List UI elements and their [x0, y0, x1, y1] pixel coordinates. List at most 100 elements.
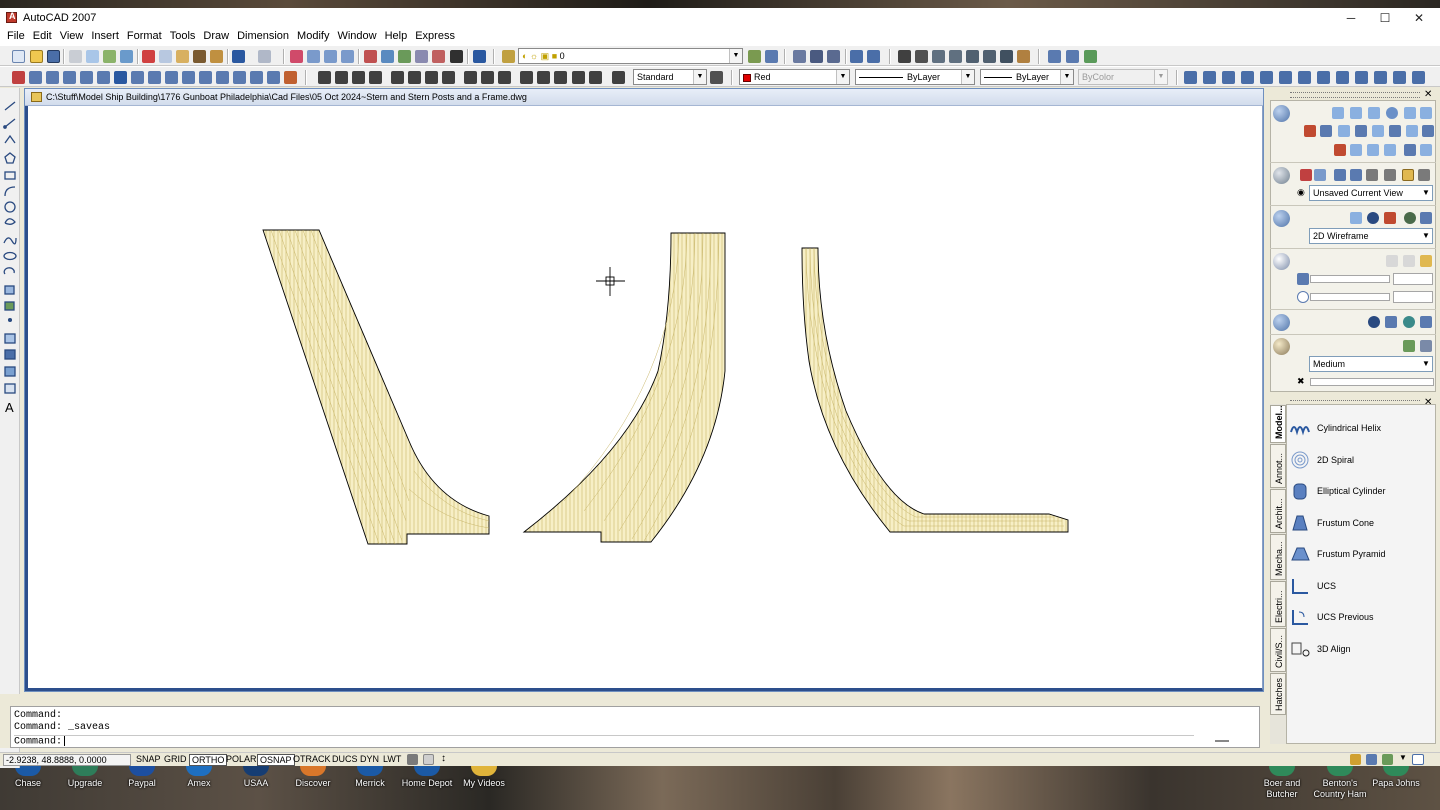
sweep-icon[interactable]: [1338, 125, 1350, 137]
material-detach-icon[interactable]: [1420, 316, 1432, 328]
section-plane-icon[interactable]: [1367, 144, 1379, 156]
stern-post-shape[interactable]: [262, 229, 490, 545]
render-slider[interactable]: [1310, 378, 1434, 386]
desktop-icon-discover[interactable]: Discover: [283, 766, 343, 789]
scale-text-icon[interactable]: [983, 50, 996, 63]
desktop-icon-bentons[interactable]: Benton's Country Ham: [1310, 766, 1370, 800]
dimension-text-edit-icon[interactable]: [589, 71, 602, 84]
tab-mechanical[interactable]: Mecha...: [1270, 534, 1286, 580]
menu-tools[interactable]: Tools: [166, 30, 200, 42]
layer-dropdown[interactable]: ◐ ☼ ▣ ■ 0 ▼: [518, 48, 743, 64]
grid-toggle[interactable]: GRID: [162, 754, 189, 766]
hidden-icon[interactable]: [1367, 212, 1379, 224]
realistic-icon[interactable]: [1384, 212, 1396, 224]
walk-icon[interactable]: [1366, 169, 1378, 181]
radius-dimension-icon[interactable]: [391, 71, 404, 84]
desktop-icon-upgrade[interactable]: Upgrade: [55, 766, 115, 789]
sun-time-slider[interactable]: [1310, 293, 1390, 301]
render-quality-dropdown[interactable]: Medium ▼: [1309, 356, 1433, 372]
tool-ucs[interactable]: UCS: [1290, 575, 1430, 597]
perspective-icon[interactable]: [1402, 169, 1414, 181]
box-icon[interactable]: [1332, 107, 1344, 119]
sun-status-icon[interactable]: [1403, 255, 1415, 267]
angular-dimension-icon[interactable]: [442, 71, 455, 84]
tool-ucs-previous[interactable]: UCS Previous: [1290, 606, 1430, 628]
model-space-canvas[interactable]: [25, 106, 1263, 691]
ucs-object-icon[interactable]: [1279, 71, 1292, 84]
command-input[interactable]: Command:: [14, 735, 1194, 748]
orbit-nav-icon[interactable]: [1334, 169, 1346, 181]
layer-manager-icon[interactable]: [502, 50, 515, 63]
pan-icon[interactable]: [1300, 169, 1312, 181]
aligned-dimension-icon[interactable]: [335, 71, 348, 84]
osnap-toggle[interactable]: OSNAP: [257, 754, 295, 766]
menu-modify[interactable]: Modify: [293, 30, 333, 42]
tolerance-icon[interactable]: [537, 71, 550, 84]
ucs-3point-icon[interactable]: [1260, 71, 1273, 84]
swivel-icon[interactable]: [1350, 169, 1362, 181]
menu-dimension[interactable]: Dimension: [233, 30, 293, 42]
menu-format[interactable]: Format: [123, 30, 166, 42]
slice-icon[interactable]: [1334, 144, 1346, 156]
cylinder-icon[interactable]: [1404, 107, 1416, 119]
copy-icon[interactable]: [159, 50, 172, 63]
tool-cylindrical-helix[interactable]: Cylindrical Helix: [1290, 417, 1430, 439]
desktop-icon-amex[interactable]: Amex: [169, 766, 229, 789]
intersect-icon[interactable]: [1422, 125, 1434, 137]
command-window-resize-icon[interactable]: [1215, 740, 1229, 742]
lwt-toggle[interactable]: LWT: [381, 754, 403, 766]
menu-help[interactable]: Help: [381, 30, 412, 42]
trim-icon[interactable]: [165, 71, 178, 84]
ucs-x-icon[interactable]: [1336, 71, 1349, 84]
dyn-toggle[interactable]: DYN: [358, 754, 381, 766]
3d-polyline-icon[interactable]: [1404, 144, 1416, 156]
zoom-window-icon[interactable]: [324, 50, 337, 63]
layout-icon[interactable]: [423, 754, 434, 765]
title-bar[interactable]: AutoCAD 2007 ─ ☐ ✕: [0, 8, 1440, 27]
maximize-button[interactable]: ☐: [1368, 8, 1402, 27]
extrude-icon[interactable]: [1304, 125, 1316, 137]
desktop-icon-my-videos[interactable]: My Videos: [454, 766, 514, 789]
quick-dimension-icon[interactable]: [464, 71, 477, 84]
desktop-icon-home-depot[interactable]: Home Depot: [397, 766, 457, 789]
desktop-icon-boer-and-butcher[interactable]: Boer and Butcher: [1252, 766, 1312, 800]
3d-navigate-panel-icon[interactable]: [1273, 167, 1290, 184]
ortho-toggle[interactable]: ORTHO: [189, 754, 228, 766]
material-attach-icon[interactable]: [1403, 316, 1415, 328]
render-settings-icon[interactable]: [1420, 340, 1432, 352]
sun-time-field[interactable]: [1393, 291, 1433, 303]
parallel-icon[interactable]: [1418, 169, 1430, 181]
arc-length-icon[interactable]: [352, 71, 365, 84]
thicken-icon[interactable]: [1350, 144, 1362, 156]
ucs-z-icon[interactable]: [1374, 71, 1387, 84]
lock-toolbar-icon[interactable]: [1366, 754, 1377, 765]
dimension-style-dropdown[interactable]: Standard ▼: [633, 69, 707, 85]
ucs-y-icon[interactable]: [1355, 71, 1368, 84]
text-style-icon[interactable]: [966, 50, 979, 63]
free-orbit-icon[interactable]: [1066, 50, 1079, 63]
tool-2d-spiral[interactable]: 2D Spiral: [1290, 449, 1430, 471]
tool-frustum-cone[interactable]: Frustum Cone: [1290, 512, 1430, 534]
linetype-dropdown[interactable]: ByLayer ▼: [855, 69, 975, 85]
convert-space-icon[interactable]: [1017, 50, 1030, 63]
copy-object-icon[interactable]: [29, 71, 42, 84]
ucs-manager-icon[interactable]: [1412, 71, 1425, 84]
clock-icon[interactable]: [1297, 291, 1309, 303]
torus-icon[interactable]: [1420, 107, 1432, 119]
center-mark-icon[interactable]: [554, 71, 567, 84]
jogged-dimension-icon[interactable]: [408, 71, 421, 84]
linear-dimension-icon[interactable]: [318, 71, 331, 84]
cone-icon[interactable]: [1368, 107, 1380, 119]
conceptual-icon[interactable]: [1404, 212, 1416, 224]
ucs-view-icon[interactable]: [1317, 71, 1330, 84]
communication-center-icon[interactable]: [1350, 754, 1361, 765]
plot-preview-icon[interactable]: [86, 50, 99, 63]
calculator-icon[interactable]: [450, 50, 463, 63]
render-window-icon[interactable]: [810, 50, 823, 63]
dashboard-grip[interactable]: [1290, 92, 1420, 98]
pan-realtime-icon[interactable]: [290, 50, 303, 63]
scale-icon[interactable]: [131, 71, 144, 84]
dimension-style-icon[interactable]: [710, 71, 723, 84]
flatshot-icon[interactable]: [1384, 144, 1396, 156]
tab-civil-structural[interactable]: Civil/S...: [1270, 628, 1286, 672]
